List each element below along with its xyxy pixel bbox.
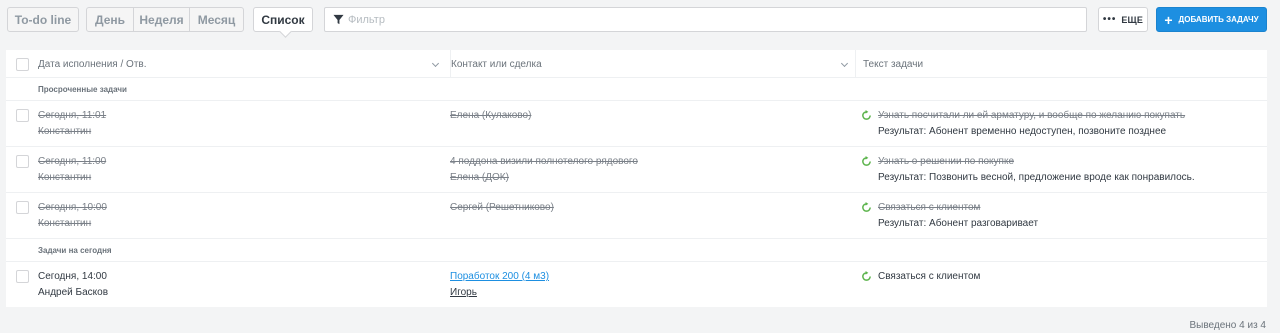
month-button[interactable]: Месяц [189, 7, 244, 32]
contact-link[interactable]: Игорь [450, 287, 477, 299]
table-row[interactable]: Сегодня, 14:00 Андрей Басков Поработок 2… [6, 262, 1267, 308]
deal-link[interactable]: 4 поддона визили полнотелого рядового [450, 156, 638, 168]
column-header-contact-label: Контакт или сделка [451, 58, 542, 70]
task-date: Сегодня, 11:01 [38, 110, 107, 121]
list-button[interactable]: Список [253, 7, 313, 32]
tasks-table: Дата исполнения / Отв. Контакт или сделк… [6, 50, 1267, 307]
task-date: Сегодня, 11:00 [38, 156, 107, 167]
column-header-contact[interactable]: Контакт или сделка [450, 50, 855, 78]
table-row[interactable]: Сегодня, 10:00 Константин Сергей (Решетн… [6, 193, 1267, 239]
filter-input[interactable] [348, 13, 1048, 26]
task-done-icon [862, 271, 871, 281]
task-date: Сегодня, 10:00 [38, 202, 107, 213]
row-checkbox[interactable] [16, 201, 29, 214]
more-label: ЕЩЕ [1121, 14, 1144, 25]
task-owner: Константин [38, 218, 92, 229]
add-task-label: ДОБАВИТЬ ЗАДАЧУ [1178, 15, 1259, 24]
period-switcher: День Неделя Месяц [86, 7, 244, 32]
group-header-overdue: Просроченные задачи [6, 78, 1267, 101]
table-row[interactable]: Сегодня, 11:00 Константин 4 поддона визи… [6, 147, 1267, 193]
task-owner: Константин [38, 172, 92, 183]
task-date: Сегодня, 14:00 [38, 271, 107, 282]
task-text[interactable]: Связаться с клиентом [878, 202, 980, 214]
task-done-icon [862, 110, 871, 120]
task-result: Результат: Абонент временно недоступен, … [878, 126, 1167, 137]
contact-link[interactable]: Елена (Кулаково) [450, 110, 531, 122]
table-header: Дата исполнения / Отв. Контакт или сделк… [6, 50, 1267, 78]
chevron-down-icon [431, 59, 440, 68]
task-owner: Константин [38, 126, 92, 137]
task-done-icon [862, 202, 871, 212]
plus-icon: + [1164, 11, 1173, 28]
todo-line-button[interactable]: To-do line [7, 7, 79, 32]
group-title: Просроченные задачи [38, 84, 127, 94]
more-button[interactable]: ••• ЕЩЕ [1098, 7, 1148, 32]
week-button[interactable]: Неделя [133, 7, 190, 32]
filter-field[interactable] [324, 7, 1087, 32]
row-checkbox[interactable] [16, 270, 29, 283]
column-header-date-label: Дата исполнения / Отв. [38, 58, 147, 70]
deal-link[interactable]: Поработок 200 (4 м3) [450, 271, 549, 283]
task-text[interactable]: Связаться с клиентом [878, 271, 980, 283]
task-text[interactable]: Узнать о решении по покупке [878, 156, 1014, 168]
row-checkbox[interactable] [16, 109, 29, 122]
chevron-down-icon [840, 59, 849, 68]
group-header-today: Задачи на сегодня [6, 239, 1267, 262]
column-header-text-label: Текст задачи [863, 58, 924, 70]
filter-icon [333, 14, 344, 25]
results-count: Выведено 4 из 4 [1189, 320, 1266, 331]
select-all-checkbox[interactable] [16, 58, 29, 71]
table-row[interactable]: Сегодня, 11:01 Константин Елена (Кулаков… [6, 101, 1267, 147]
toolbar: To-do line День Неделя Месяц Список ••• … [0, 0, 1280, 40]
task-owner: Андрей Басков [38, 287, 108, 298]
column-header-text[interactable]: Текст задачи [855, 50, 1267, 78]
add-task-button[interactable]: + ДОБАВИТЬ ЗАДАЧУ [1156, 7, 1267, 32]
group-title: Задачи на сегодня [38, 245, 112, 255]
more-dots-icon: ••• [1102, 14, 1117, 25]
contact-link[interactable]: Елена (ДОК) [450, 172, 509, 184]
task-result: Результат: Абонент разговаривает [878, 218, 1039, 229]
row-checkbox[interactable] [16, 155, 29, 168]
task-done-icon [862, 156, 871, 166]
task-result: Результат: Позвонить весной, предложение… [878, 172, 1195, 183]
task-text[interactable]: Узнать посчитали ли ей арматуру, и вообщ… [878, 110, 1185, 122]
column-header-date[interactable]: Дата исполнения / Отв. [38, 50, 446, 78]
contact-link[interactable]: Сергей (Решетниково) [450, 202, 554, 214]
day-button[interactable]: День [86, 7, 134, 32]
